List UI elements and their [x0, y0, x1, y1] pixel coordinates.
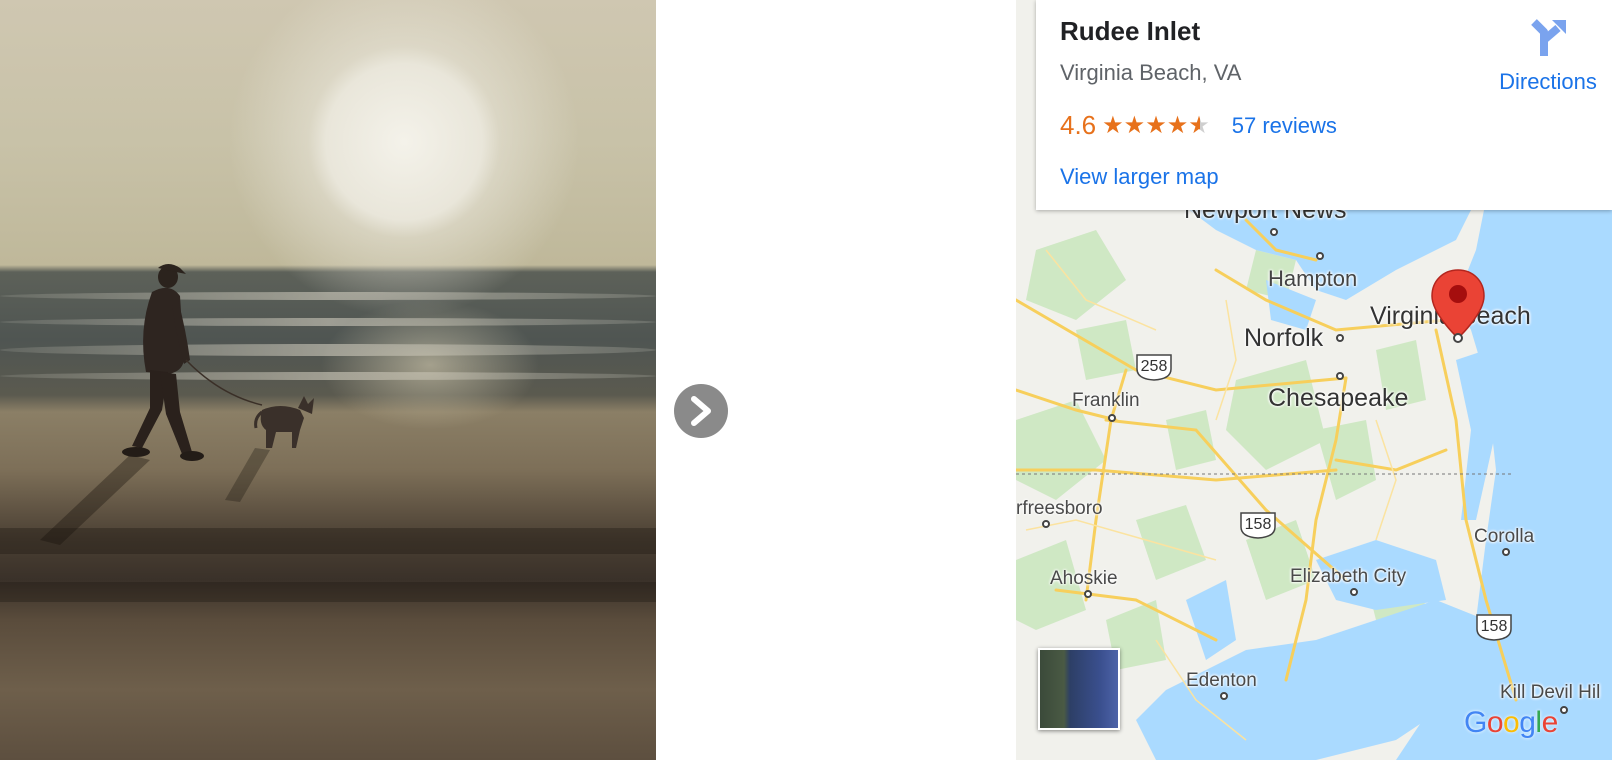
map-label-ahoskie: Ahoskie	[1050, 568, 1118, 589]
map-pin-icon[interactable]	[1430, 268, 1486, 344]
map-label-corolla: Corolla	[1474, 526, 1535, 547]
place-address: Virginia Beach, VA	[1060, 60, 1242, 85]
city-dot	[1084, 590, 1092, 598]
map-label-franklin: Franklin	[1072, 390, 1140, 411]
star-icon: ★	[1123, 111, 1146, 139]
google-logo: Google	[1464, 706, 1558, 739]
rating-value: 4.6	[1060, 110, 1097, 140]
map-label-murfreesboro: rfreesboro	[1016, 498, 1103, 519]
city-dot	[1270, 228, 1278, 236]
map-label-kill-devil-hills: Kill Devil Hil	[1500, 682, 1601, 703]
half-star-icon: ★	[1188, 111, 1210, 139]
map-label-chesapeake: Chesapeake	[1268, 384, 1409, 412]
embedded-map[interactable]: Newport News Hampton Norfolk Virginia Be…	[1016, 0, 1612, 760]
city-dot	[1220, 692, 1228, 700]
next-image-button[interactable]	[674, 384, 728, 438]
star-icon: ★	[1166, 111, 1189, 139]
satellite-view-toggle[interactable]	[1038, 648, 1120, 730]
walker-and-dog-silhouettes	[40, 264, 314, 545]
city-dot	[1336, 372, 1344, 380]
route-shield-us-158: 158	[1238, 510, 1278, 540]
city-dot	[1350, 588, 1358, 596]
directions-button[interactable]: Directions	[1492, 18, 1604, 95]
map-label-edenton: Edenton	[1186, 670, 1257, 691]
city-dot	[1108, 414, 1116, 422]
route-shield-us-158: 158	[1474, 612, 1514, 642]
city-dot	[1316, 252, 1324, 260]
city-dot	[1336, 334, 1344, 342]
view-larger-map-link[interactable]: View larger map	[1060, 164, 1219, 190]
place-name: Rudee Inlet	[1060, 16, 1201, 46]
reviews-link[interactable]: 57 reviews	[1232, 113, 1337, 139]
rating-row: 4.6 ★ ★ ★ ★ ★ 57 reviews	[1060, 110, 1337, 141]
map-label-elizabeth-city: Elizabeth City	[1290, 566, 1407, 587]
map-label-norfolk: Norfolk	[1244, 324, 1324, 352]
chevron-right-icon	[691, 396, 711, 426]
directions-icon	[1531, 19, 1566, 56]
place-info-card: Rudee Inlet Virginia Beach, VA 4.6 ★ ★ ★…	[1036, 0, 1612, 210]
city-dot	[1042, 520, 1050, 528]
beach-photo	[0, 0, 656, 760]
city-dot	[1560, 706, 1568, 714]
route-shield-us-258: 258	[1134, 352, 1174, 382]
star-icon: ★	[1102, 111, 1124, 139]
star-icon: ★	[1145, 111, 1167, 139]
map-label-hampton: Hampton	[1268, 266, 1358, 291]
city-dot	[1502, 548, 1510, 556]
rating-stars: ★ ★ ★ ★ ★	[1102, 111, 1210, 139]
directions-label: Directions	[1499, 69, 1597, 94]
